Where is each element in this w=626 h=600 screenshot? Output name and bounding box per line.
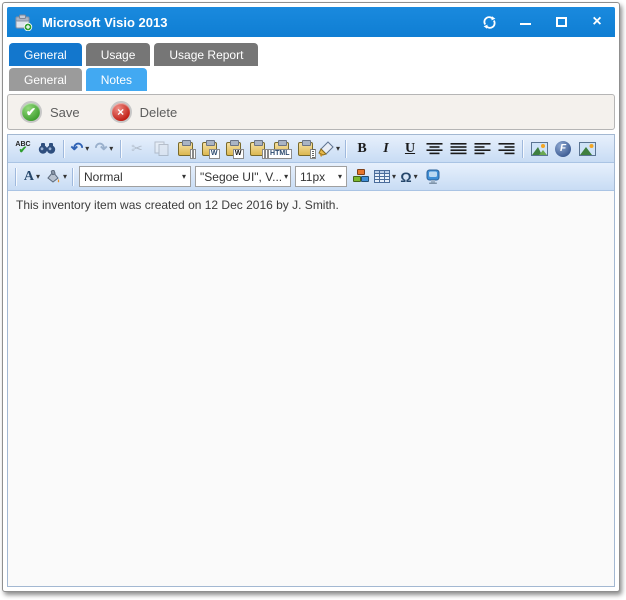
- save-check-icon: ✔: [20, 101, 42, 123]
- delete-button-label: Delete: [140, 105, 178, 120]
- tab-general[interactable]: General: [9, 43, 82, 66]
- close-icon[interactable]: ×: [589, 14, 605, 30]
- fill-color-icon[interactable]: [44, 166, 68, 188]
- paste-from-word-nostyle-icon[interactable]: W: [221, 138, 245, 160]
- paragraph-style-dropdown[interactable]: Normal: [79, 166, 191, 187]
- minimize-icon[interactable]: [517, 14, 533, 30]
- app-icon: [15, 14, 33, 31]
- font-name-dropdown[interactable]: "Segoe UI", V...: [195, 166, 291, 187]
- align-center-icon[interactable]: [422, 138, 446, 160]
- italic-icon[interactable]: I: [374, 138, 398, 160]
- paste-icon[interactable]: [173, 138, 197, 160]
- separator: [15, 168, 16, 186]
- save-button-label: Save: [50, 105, 80, 120]
- font-size-value: 11px: [300, 170, 325, 184]
- primary-tab-strip: General Usage Usage Report: [7, 43, 615, 66]
- redo-icon[interactable]: ↷: [92, 138, 116, 160]
- paste-plain-text-icon[interactable]: [245, 138, 269, 160]
- copy-icon[interactable]: [149, 138, 173, 160]
- paste-as-html-icon[interactable]: HTML: [269, 138, 293, 160]
- tab-usage-report[interactable]: Usage Report: [154, 43, 258, 66]
- font-size-dropdown[interactable]: 11px: [295, 166, 347, 187]
- underline-icon[interactable]: U: [398, 138, 422, 160]
- subtab-notes[interactable]: Notes: [86, 68, 147, 91]
- notes-editor: ABC ✔ ↶ ↷ ✂: [7, 134, 615, 587]
- font-color-icon[interactable]: A: [20, 166, 44, 188]
- action-toolbar: ✔ Save × Delete: [7, 94, 615, 130]
- paste-from-word-icon[interactable]: W: [197, 138, 221, 160]
- flash-manager-icon[interactable]: F: [551, 138, 575, 160]
- align-left-icon[interactable]: [470, 138, 494, 160]
- image-manager-icon[interactable]: [527, 138, 551, 160]
- titlebar: Microsoft Visio 2013 ×: [7, 7, 615, 37]
- tab-usage[interactable]: Usage: [86, 43, 151, 66]
- font-name-value: "Segoe UI", V...: [200, 170, 282, 184]
- notes-text: This inventory item was created on 12 De…: [16, 198, 339, 212]
- refresh-icon[interactable]: [481, 14, 497, 30]
- notes-content-area[interactable]: This inventory item was created on 12 De…: [8, 191, 614, 586]
- separator: [72, 168, 73, 186]
- separator: [120, 140, 121, 158]
- paste-options-icon[interactable]: [293, 138, 317, 160]
- delete-button[interactable]: × Delete: [110, 101, 178, 123]
- maximize-icon[interactable]: [553, 14, 569, 30]
- format-stripper-icon[interactable]: [317, 138, 341, 160]
- delete-x-icon: ×: [110, 101, 132, 123]
- secondary-tab-strip: General Notes: [7, 68, 615, 91]
- find-icon[interactable]: [35, 138, 59, 160]
- table-icon[interactable]: [373, 166, 397, 188]
- separator: [63, 140, 64, 158]
- spellcheck-icon[interactable]: ABC ✔: [11, 138, 35, 160]
- paragraph-style-value: Normal: [84, 170, 123, 184]
- snippet-icon[interactable]: [349, 166, 373, 188]
- save-button[interactable]: ✔ Save: [20, 101, 80, 123]
- module-icon[interactable]: [421, 166, 445, 188]
- cut-icon[interactable]: ✂: [125, 138, 149, 160]
- editor-toolbar-row2: A Normal "Segoe UI", V... 11px: [8, 163, 614, 191]
- separator: [345, 140, 346, 158]
- media-manager-icon[interactable]: [575, 138, 599, 160]
- editor-toolbar-row1: ABC ✔ ↶ ↷ ✂: [8, 135, 614, 163]
- undo-icon[interactable]: ↶: [68, 138, 92, 160]
- bold-icon[interactable]: B: [350, 138, 374, 160]
- dialog-window: Microsoft Visio 2013 × General Usage Usa…: [2, 2, 620, 592]
- symbol-icon[interactable]: Ω: [397, 166, 421, 188]
- window-title: Microsoft Visio 2013: [42, 15, 167, 30]
- align-right-icon[interactable]: [494, 138, 518, 160]
- subtab-general[interactable]: General: [9, 68, 82, 91]
- justify-icon[interactable]: [446, 138, 470, 160]
- separator: [522, 140, 523, 158]
